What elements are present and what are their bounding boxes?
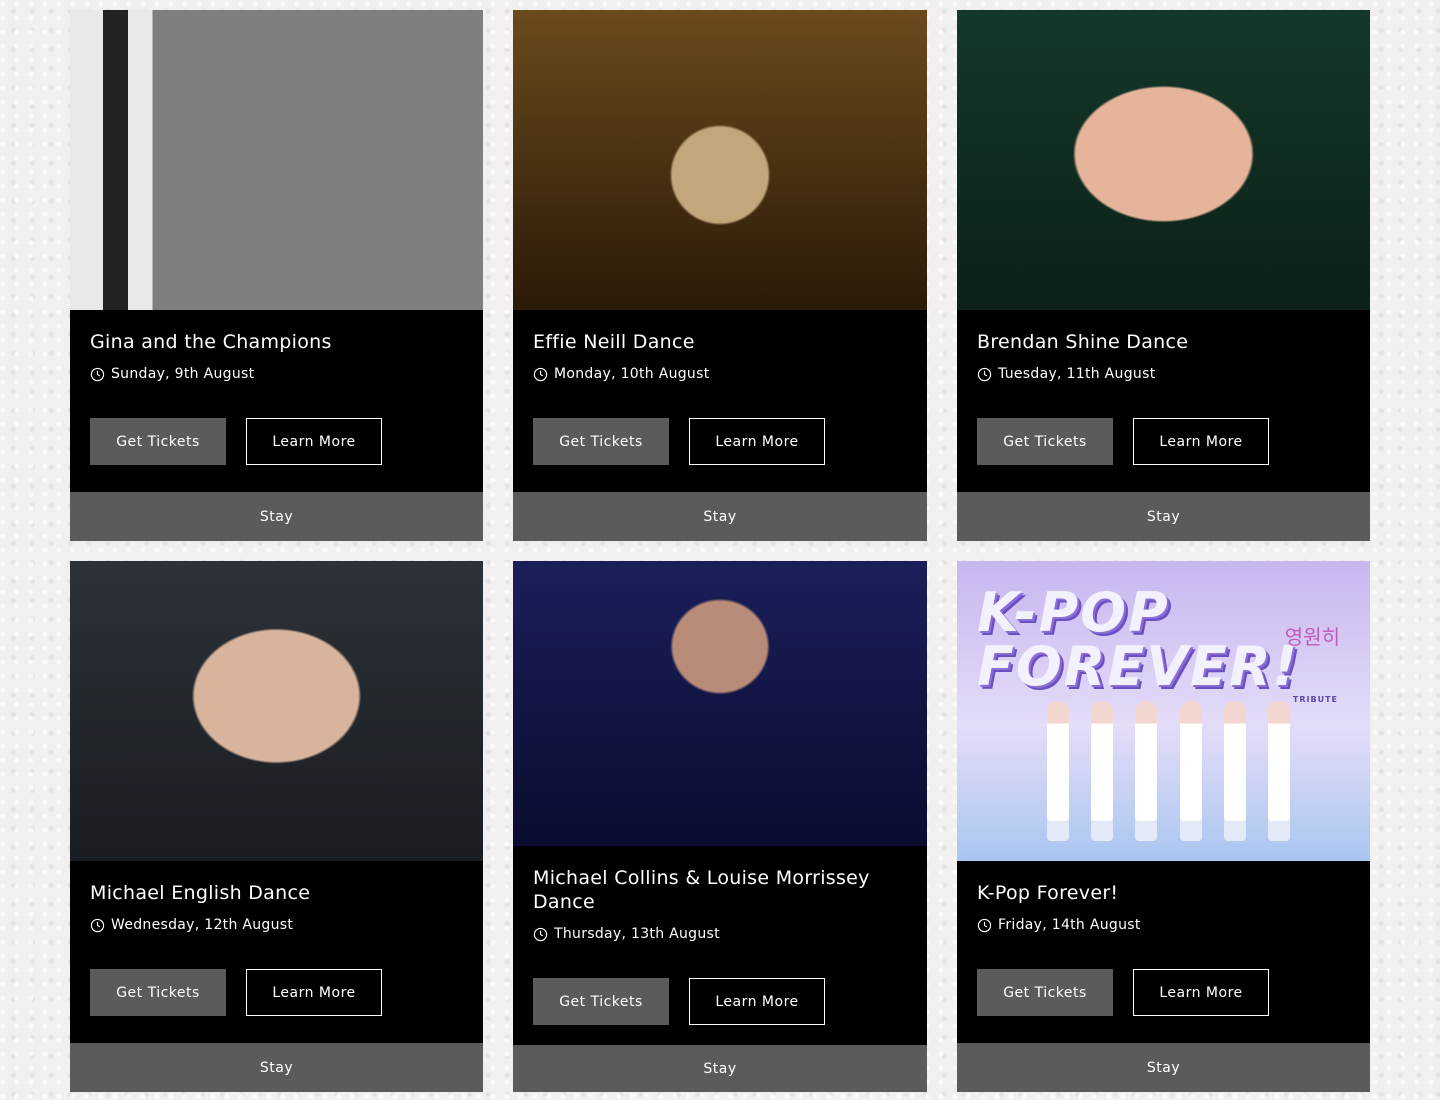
stay-button[interactable]: Stay (513, 492, 927, 541)
clock-icon (977, 367, 992, 381)
kpop-figure (1223, 701, 1246, 841)
learn-more-button[interactable]: Learn More (1133, 418, 1269, 465)
get-tickets-button[interactable]: Get Tickets (533, 978, 669, 1026)
clock-icon (533, 927, 548, 942)
clock-icon (977, 918, 992, 932)
event-photo[interactable] (70, 561, 483, 861)
kpop-figure (1047, 701, 1069, 841)
event-date-text: Friday, 14th August (998, 917, 1141, 933)
event-date: Sunday, 9th August (90, 366, 463, 382)
event-photo[interactable] (70, 10, 483, 310)
event-photo[interactable] (957, 10, 1370, 310)
clock-icon (90, 367, 105, 381)
get-tickets-button[interactable]: Get Tickets (977, 969, 1113, 1016)
event-title: Brendan Shine Dance (977, 331, 1189, 353)
event-actions: Get Tickets Learn More (90, 418, 463, 465)
get-tickets-button[interactable]: Get Tickets (533, 418, 669, 465)
event-actions: Get Tickets Learn More (977, 969, 1350, 1016)
event-date: Wednesday, 12th August (90, 917, 463, 933)
kpop-poster-subtitle: TRIBUTE (1292, 695, 1338, 704)
learn-more-button[interactable]: Learn More (246, 418, 382, 465)
stay-button[interactable]: Stay (957, 492, 1370, 541)
stay-button[interactable]: Stay (70, 492, 483, 541)
event-card: Michael English Dance Wednesday, 12th Au… (70, 561, 483, 1092)
clock-icon (533, 367, 548, 381)
event-title: K-Pop Forever! (977, 882, 1119, 904)
event-date-text: Sunday, 9th August (111, 366, 255, 382)
event-actions: Get Tickets Learn More (977, 418, 1350, 465)
learn-more-button[interactable]: Learn More (689, 978, 825, 1026)
event-date: Thursday, 13th August (533, 926, 907, 942)
event-date-text: Wednesday, 12th August (111, 917, 294, 933)
event-card-body: K-Pop Forever! Friday, 14th August Get T… (957, 861, 1370, 1043)
event-actions: Get Tickets Learn More (533, 978, 907, 1026)
event-title: Michael English Dance (90, 882, 311, 904)
event-photo[interactable]: K-POP FOREVER! 영원히 TRIBUTE (957, 561, 1370, 861)
learn-more-button[interactable]: Learn More (1133, 969, 1269, 1016)
event-card: Brendan Shine Dance Tuesday, 11th August… (957, 10, 1370, 541)
event-date: Friday, 14th August (977, 917, 1350, 933)
event-card: Gina and the Champions Sunday, 9th Augus… (70, 10, 483, 541)
event-card-body: Michael English Dance Wednesday, 12th Au… (70, 861, 483, 1043)
event-card: K-POP FOREVER! 영원히 TRIBUTE K-Pop Forever… (957, 561, 1370, 1092)
event-card: Effie Neill Dance Monday, 10th August Ge… (513, 10, 927, 541)
event-title: Gina and the Champions (90, 331, 332, 353)
event-photo[interactable] (513, 561, 927, 847)
event-date: Monday, 10th August (533, 366, 907, 382)
kpop-poster-korean: 영원히 (1284, 625, 1340, 649)
event-actions: Get Tickets Learn More (90, 969, 463, 1016)
kpop-figure (1179, 701, 1202, 841)
event-card-body: Gina and the Champions Sunday, 9th Augus… (70, 310, 483, 492)
event-date: Tuesday, 11th August (977, 366, 1350, 382)
event-date-text: Thursday, 13th August (554, 926, 720, 943)
learn-more-button[interactable]: Learn More (689, 418, 825, 465)
event-card: Michael Collins & Louise Morrissey Dance… (513, 561, 927, 1092)
events-grid: Gina and the Champions Sunday, 9th Augus… (70, 10, 1370, 1092)
clock-icon (90, 918, 105, 932)
event-photo[interactable] (513, 10, 927, 310)
event-actions: Get Tickets Learn More (533, 418, 907, 465)
event-title: Effie Neill Dance (533, 331, 695, 353)
event-date-text: Tuesday, 11th August (998, 366, 1156, 382)
stay-button[interactable]: Stay (957, 1043, 1370, 1092)
kpop-figure (1091, 701, 1114, 841)
stay-button[interactable]: Stay (513, 1045, 927, 1092)
get-tickets-button[interactable]: Get Tickets (977, 418, 1113, 465)
kpop-figures (1047, 691, 1290, 841)
kpop-figure (1267, 701, 1290, 841)
learn-more-button[interactable]: Learn More (246, 969, 382, 1016)
get-tickets-button[interactable]: Get Tickets (90, 418, 226, 465)
event-card-body: Brendan Shine Dance Tuesday, 11th August… (957, 310, 1370, 492)
event-title: Michael Collins & Louise Morrissey Dance (533, 867, 870, 914)
kpop-figure (1135, 701, 1158, 841)
stay-button[interactable]: Stay (70, 1043, 483, 1092)
get-tickets-button[interactable]: Get Tickets (90, 969, 226, 1016)
event-card-body: Michael Collins & Louise Morrissey Dance… (513, 846, 927, 1045)
event-card-body: Effie Neill Dance Monday, 10th August Ge… (513, 310, 927, 492)
event-date-text: Monday, 10th August (554, 366, 710, 382)
